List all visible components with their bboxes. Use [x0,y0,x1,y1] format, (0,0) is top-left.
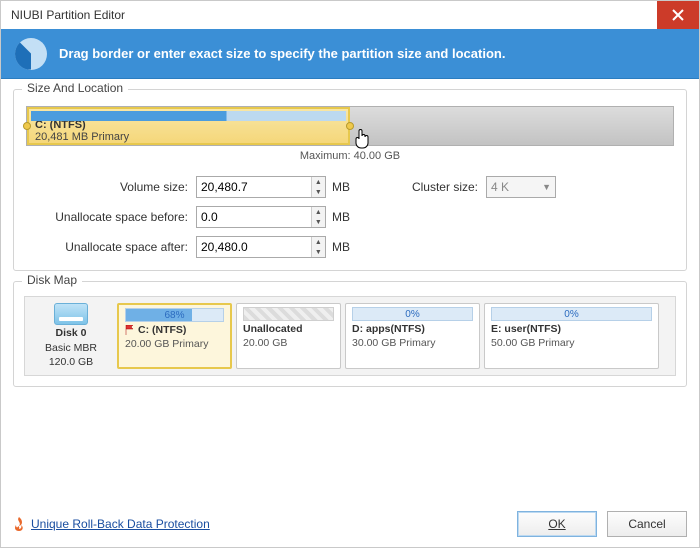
ok-button[interactable]: OK [517,511,597,537]
disk-type: Basic MBR [45,342,97,355]
size-location-group: Size And Location C: (NTFS) 20,481 MB Pr… [13,89,687,271]
disk-size: 120.0 GB [49,356,93,369]
banner: Drag border or enter exact size to speci… [1,29,699,79]
partition-card-name: Unallocated [243,323,334,335]
spinner-up-icon[interactable]: ▲ [312,177,325,187]
spinner-up-icon[interactable]: ▲ [312,207,325,217]
partition-sublabel: 20,481 MB Primary [35,131,348,143]
unalloc-after-spinner[interactable]: ▲▼ [311,237,325,257]
partition-card-sub: 20.00 GB [243,337,334,349]
partition-card-name: D: apps(NTFS) [352,323,473,335]
volume-size-input[interactable]: ▲▼ [196,176,326,198]
partition-card[interactable]: Unallocated 20.00 GB [236,303,341,369]
cancel-button[interactable]: Cancel [607,511,687,537]
unalloc-after-unit: MB [326,240,366,254]
disk-name: Disk 0 [56,327,87,340]
resize-handle-right[interactable] [346,122,354,130]
partition-bar[interactable]: C: (NTFS) 20,481 MB Primary [26,106,674,146]
window-title: NIUBI Partition Editor [11,8,125,22]
unalloc-after-input[interactable]: ▲▼ [196,236,326,258]
rollback-link[interactable]: Unique Roll-Back Data Protection [13,517,210,531]
pie-chart-icon [15,38,47,70]
unalloc-before-input[interactable]: ▲▼ [196,206,326,228]
partition-usage-bar [243,307,334,321]
cluster-size-select[interactable]: 4 K ▼ [486,176,556,198]
flag-icon [125,325,135,335]
partition-usage-pct: 68% [164,310,184,321]
footer: Unique Roll-Back Data Protection OK Canc… [13,511,687,537]
disk-map-group: Disk Map Disk 0 Basic MBR 120.0 GB 68%C:… [13,281,687,387]
spinner-down-icon[interactable]: ▼ [312,217,325,227]
partition-usage-bar: 0% [491,307,652,321]
partition-card-sub: 30.00 GB Primary [352,337,473,349]
banner-text: Drag border or enter exact size to speci… [59,46,505,61]
resize-handle-left[interactable] [23,122,31,130]
unalloc-before-label: Unallocate space before: [26,210,196,224]
spinner-up-icon[interactable]: ▲ [312,237,325,247]
chevron-down-icon: ▼ [542,182,551,192]
unalloc-after-field[interactable] [197,237,311,257]
unalloc-before-unit: MB [326,210,366,224]
partition-usage-bar: 68% [125,308,224,322]
unalloc-after-label: Unallocate space after: [26,240,196,254]
partition-bar-wrap: C: (NTFS) 20,481 MB Primary Maximum: 40.… [26,106,674,162]
ok-button-label: OK [548,517,565,531]
footer-buttons: OK Cancel [517,511,687,537]
partition-card-name: E: user(NTFS) [491,323,652,335]
cluster-size-label: Cluster size: [366,180,486,194]
rollback-link-text: Unique Roll-Back Data Protection [31,517,210,531]
partition-usage-fill [31,111,346,121]
size-location-title: Size And Location [22,81,128,95]
partition-segment-c[interactable]: C: (NTFS) 20,481 MB Primary [27,107,350,145]
partition-card-name: C: (NTFS) [125,324,224,336]
disk-icon [54,303,88,325]
cluster-size-value: 4 K [491,180,509,194]
partition-usage-bar: 0% [352,307,473,321]
volume-size-spinner[interactable]: ▲▼ [311,177,325,197]
flame-icon [13,517,25,531]
titlebar: NIUBI Partition Editor [1,1,699,29]
partition-usage-pct: 0% [564,309,578,320]
volume-size-field[interactable] [197,177,311,197]
partition-usage-pct: 0% [405,309,419,320]
partition-card[interactable]: 68% C: (NTFS) 20.00 GB Primary [117,303,232,369]
disk-map-title: Disk Map [22,273,82,287]
volume-size-label: Volume size: [26,180,196,194]
unalloc-before-field[interactable] [197,207,311,227]
spinner-down-icon[interactable]: ▼ [312,187,325,197]
close-button[interactable] [657,1,699,29]
partition-card[interactable]: 0% E: user(NTFS) 50.00 GB Primary [484,303,659,369]
close-icon [672,9,684,21]
unalloc-before-spinner[interactable]: ▲▼ [311,207,325,227]
partition-cards: 68% C: (NTFS) 20.00 GB Primary Unallocated 2… [117,303,669,369]
partition-card[interactable]: 0% D: apps(NTFS) 30.00 GB Primary [345,303,480,369]
size-fields: Volume size: ▲▼ MB Cluster size: 4 K ▼ U… [26,176,674,258]
disk-map-body: Disk 0 Basic MBR 120.0 GB 68% C: (NTFS) 20… [24,296,676,376]
partition-card-sub: 20.00 GB Primary [125,338,224,350]
partition-card-sub: 50.00 GB Primary [491,337,652,349]
maximum-label: Maximum: 40.00 GB [26,150,674,162]
volume-size-unit: MB [326,180,366,194]
disk-info: Disk 0 Basic MBR 120.0 GB [31,303,111,369]
spinner-down-icon[interactable]: ▼ [312,247,325,257]
